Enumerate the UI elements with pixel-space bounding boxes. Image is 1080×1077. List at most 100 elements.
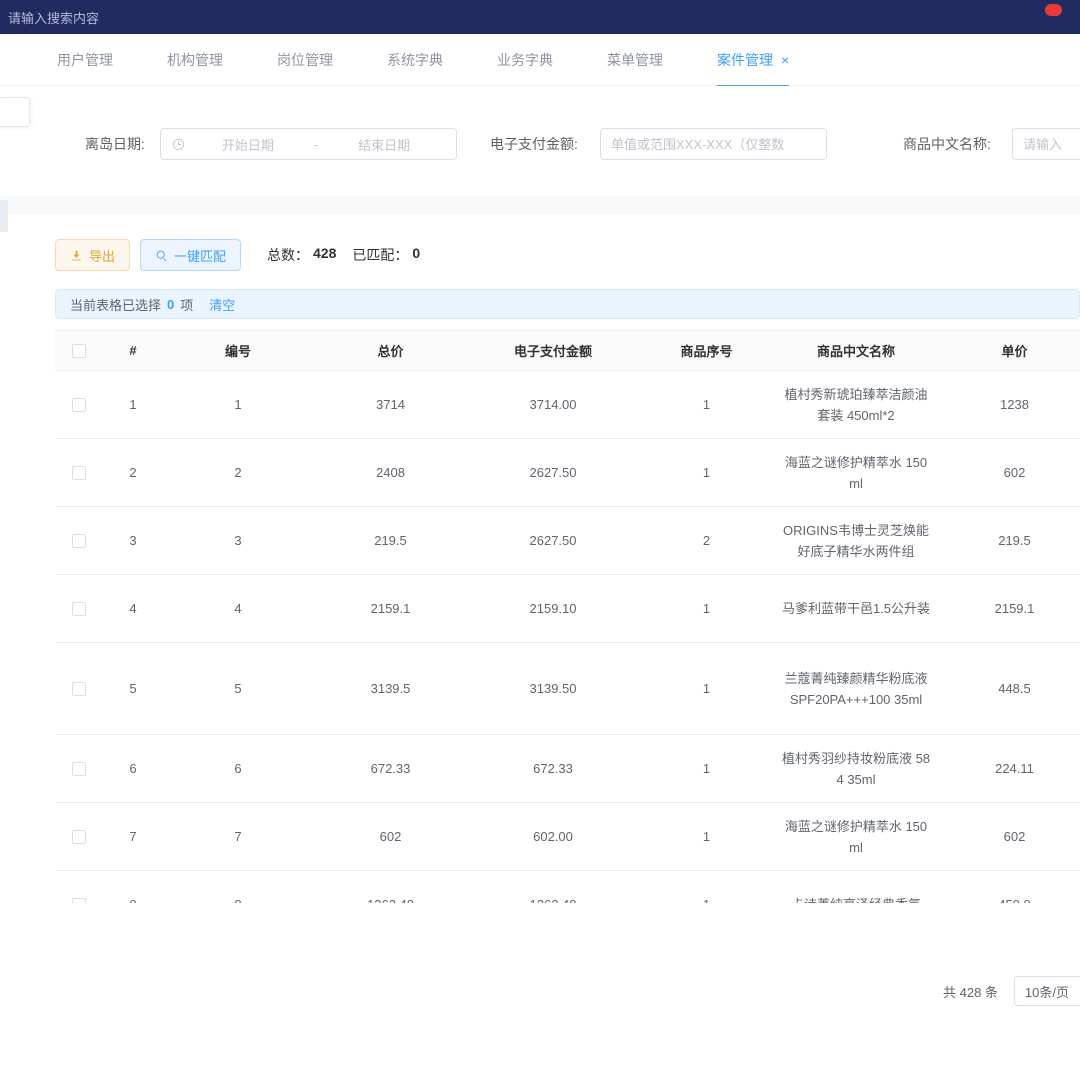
tab-post-management[interactable]: 岗位管理 xyxy=(277,34,333,86)
date-filter-label: 离岛日期: xyxy=(85,128,145,160)
tab-org-management[interactable]: 机构管理 xyxy=(167,34,223,86)
row-checkbox[interactable] xyxy=(72,682,86,696)
sidebar-collapse-handle[interactable] xyxy=(0,97,30,127)
col-total: 总价 xyxy=(313,331,468,371)
row-checkbox[interactable] xyxy=(72,466,86,480)
match-button-label: 一键匹配 xyxy=(174,246,226,265)
cell-index: 7 xyxy=(103,803,163,871)
cell-serial: 1 xyxy=(638,643,775,735)
cell-serial: 1 xyxy=(638,803,775,871)
selection-alert: 当前表格已选择 0 项 清空 xyxy=(55,289,1080,319)
product-name-input[interactable] xyxy=(1012,128,1080,160)
row-checkbox[interactable] xyxy=(72,398,86,412)
tab-label: 岗位管理 xyxy=(277,50,333,70)
cell-epay: 2627.50 xyxy=(468,439,638,507)
col-code: 编号 xyxy=(163,331,313,371)
cell-serial: 1 xyxy=(638,371,775,439)
page: 请输入搜索内容 用户管理 机构管理 岗位管理 系统字典 业务字典 菜单管理 案件… xyxy=(0,0,1080,1077)
sidebar-strip xyxy=(0,200,8,232)
row-checkbox[interactable] xyxy=(72,534,86,548)
tab-label: 系统字典 xyxy=(387,50,443,70)
tab-user-management[interactable]: 用户管理 xyxy=(57,34,113,86)
cell-name: 卡诗菁纯亮泽经典香氛 xyxy=(775,871,937,904)
cell-unit-price: 2159.1 xyxy=(937,575,1080,643)
start-date-input[interactable]: 开始日期 xyxy=(186,135,310,154)
notification-badge xyxy=(1045,4,1062,16)
clear-selection-link[interactable]: 清空 xyxy=(209,295,235,314)
topbar-search-input[interactable]: 请输入搜索内容 xyxy=(8,8,99,27)
cell-total: 2408 xyxy=(313,439,468,507)
one-click-match-button[interactable]: 一键匹配 xyxy=(140,239,241,271)
cell-name: 兰蔻菁纯臻颜精华粉底液SPF20PA+++100 35ml xyxy=(775,643,937,735)
cell-total: 219.5 xyxy=(313,507,468,575)
page-size-select[interactable]: 10条/页 xyxy=(1014,976,1080,1006)
row-checkbox[interactable] xyxy=(72,898,86,903)
cell-epay: 3139.50 xyxy=(468,643,638,735)
row-checkbox[interactable] xyxy=(72,762,86,776)
end-date-input[interactable]: 结束日期 xyxy=(322,135,446,154)
cell-name: 植村秀羽纱持妆粉底液 584 35ml xyxy=(775,735,937,803)
amount-filter-label: 电子支付金额: xyxy=(490,128,578,160)
cell-epay: 2159.10 xyxy=(468,575,638,643)
col-index: # xyxy=(103,331,163,371)
cell-total: 672.33 xyxy=(313,735,468,803)
row-checkbox[interactable] xyxy=(72,830,86,844)
export-button[interactable]: 导出 xyxy=(55,239,130,271)
tab-case-management[interactable]: 案件管理 × xyxy=(717,34,789,86)
select-all-checkbox[interactable] xyxy=(72,344,86,358)
cell-total: 602 xyxy=(313,803,468,871)
tab-label: 用户管理 xyxy=(57,50,113,70)
total-value: 428 xyxy=(313,245,336,265)
table-panel: 导出 一键匹配 总数： 428 已匹配： 0 当前表格已选择 0 项 清空 xyxy=(0,214,1080,1077)
topbar-search-placeholder: 请输入搜索内容 xyxy=(8,11,99,26)
cell-serial: 1 xyxy=(638,575,775,643)
tab-bar: 用户管理 机构管理 岗位管理 系统字典 业务字典 菜单管理 案件管理 × xyxy=(0,34,1080,86)
cell-code: 8 xyxy=(163,871,313,904)
table-row: 6 6 672.33 672.33 1 植村秀羽纱持妆粉底液 584 35ml … xyxy=(55,735,1080,803)
stats-summary: 总数： 428 已匹配： 0 xyxy=(267,239,436,271)
search-icon xyxy=(155,249,168,262)
cell-code: 6 xyxy=(163,735,313,803)
export-button-label: 导出 xyxy=(89,246,115,265)
cell-name: 海蓝之谜修护精萃水 150ml xyxy=(775,439,937,507)
cell-code: 2 xyxy=(163,439,313,507)
cell-serial: 2 xyxy=(638,507,775,575)
cell-unit-price: 224.11 xyxy=(937,735,1080,803)
tab-system-dict[interactable]: 系统字典 xyxy=(387,34,443,86)
date-range-separator: - xyxy=(310,137,322,152)
table-header-row: # 编号 总价 电子支付金额 商品序号 商品中文名称 单价 xyxy=(55,331,1080,371)
cell-serial: 1 xyxy=(638,439,775,507)
product-name-filter-label: 商品中文名称: xyxy=(903,128,991,160)
col-unit-price: 单价 xyxy=(937,331,1080,371)
cell-code: 1 xyxy=(163,371,313,439)
tab-close-icon[interactable]: × xyxy=(781,53,789,67)
table-row: 7 7 602 602.00 1 海蓝之谜修护精萃水 150ml 602 xyxy=(55,803,1080,871)
col-name: 商品中文名称 xyxy=(775,331,937,371)
cell-unit-price: 450.8 xyxy=(937,871,1080,904)
cell-name: ORIGINS韦博士灵芝焕能好底子精华水两件组 xyxy=(775,507,937,575)
matched-label: 已匹配： xyxy=(352,245,408,265)
table-row: 8 8 1362.48 1362.48 1 卡诗菁纯亮泽经典香氛 450.8 xyxy=(55,871,1080,904)
cell-unit-price: 602 xyxy=(937,439,1080,507)
amount-input[interactable] xyxy=(600,128,827,160)
page-size-value: 10条/页 xyxy=(1025,982,1069,1001)
cell-index: 2 xyxy=(103,439,163,507)
tab-menu-management[interactable]: 菜单管理 xyxy=(607,34,663,86)
cell-unit-price: 1238 xyxy=(937,371,1080,439)
cell-index: 8 xyxy=(103,871,163,904)
tab-business-dict[interactable]: 业务字典 xyxy=(497,34,553,86)
filter-panel: 离岛日期: 开始日期 - 结束日期 电子支付金额: 商品中文名称: xyxy=(0,86,1080,196)
cell-total: 3139.5 xyxy=(313,643,468,735)
cell-unit-price: 219.5 xyxy=(937,507,1080,575)
col-epay: 电子支付金额 xyxy=(468,331,638,371)
cell-unit-price: 448.5 xyxy=(937,643,1080,735)
row-checkbox[interactable] xyxy=(72,602,86,616)
download-icon xyxy=(70,249,83,262)
data-table: # 编号 总价 电子支付金额 商品序号 商品中文名称 单价 1 1 3714 xyxy=(55,330,1080,903)
cell-epay: 2627.50 xyxy=(468,507,638,575)
tab-label: 业务字典 xyxy=(497,50,553,70)
cell-index: 5 xyxy=(103,643,163,735)
cell-code: 5 xyxy=(163,643,313,735)
date-range-picker[interactable]: 开始日期 - 结束日期 xyxy=(160,128,457,160)
tab-label: 菜单管理 xyxy=(607,50,663,70)
